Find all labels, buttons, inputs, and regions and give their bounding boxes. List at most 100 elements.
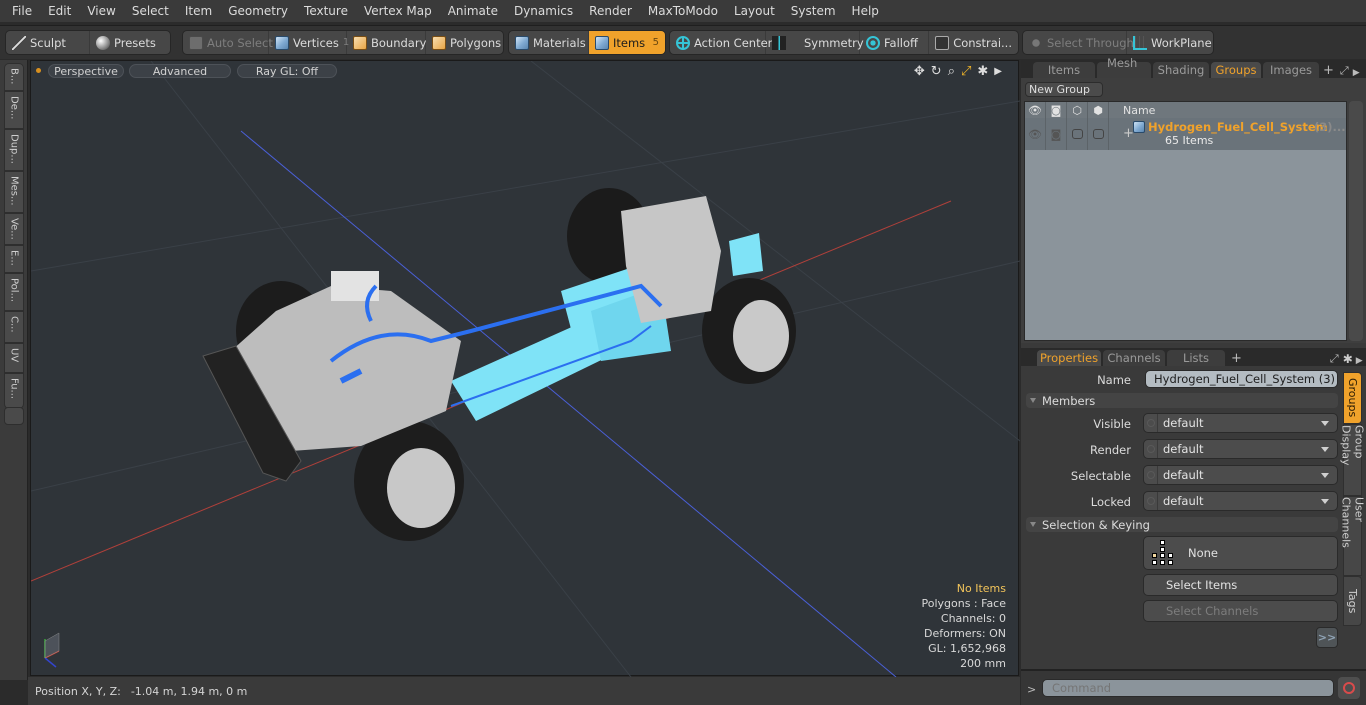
properties-gear-icon[interactable]: ✱ — [1343, 352, 1353, 366]
tool-tab-vertex[interactable]: Ve... — [4, 213, 24, 245]
selection-keying-section-header[interactable]: Selection & Keying — [1026, 517, 1338, 532]
row-visibility-eye-icon[interactable]: 👁 — [1025, 118, 1046, 150]
workplane-grid-icon — [1133, 35, 1147, 50]
menu-view[interactable]: View — [79, 4, 123, 18]
pan-move-icon[interactable]: ✥ — [914, 64, 925, 79]
side-tab-group-display[interactable]: Group Display — [1340, 424, 1366, 496]
tab-channels[interactable]: Channels — [1103, 350, 1165, 366]
constraints-button[interactable]: Constrai... — [929, 31, 1018, 54]
zoom-magnifier-icon[interactable]: ⌕ — [948, 64, 955, 79]
selectable-dropdown[interactable]: default — [1143, 465, 1338, 485]
toolbar: Sculpt Presets Auto Select Vertices 1 Bo… — [0, 25, 1366, 59]
tool-tab-curve[interactable]: C... — [4, 311, 24, 343]
lock-cube-icon[interactable]: ⬢ — [1088, 102, 1109, 118]
tool-tab-fusion[interactable]: Fu... — [4, 373, 24, 409]
tool-tab-basic[interactable]: B... — [4, 63, 24, 91]
tool-tab-edge[interactable]: E... — [4, 245, 24, 273]
menu-system[interactable]: System — [783, 4, 844, 18]
row-lock-toggle[interactable] — [1088, 118, 1109, 150]
row-select-toggle[interactable] — [1067, 118, 1088, 150]
new-group-button[interactable]: New Group — [1025, 82, 1103, 97]
falloff-button[interactable]: Falloff — [860, 31, 930, 54]
tool-tab-duplicate[interactable]: Dup... — [4, 129, 24, 171]
vertices-button[interactable]: Vertices 1 — [269, 31, 349, 54]
none-hierarchy-button[interactable]: None — [1143, 536, 1338, 570]
tool-tab-deform[interactable]: De... — [4, 91, 24, 129]
expand-panel-icon[interactable]: ⤢ — [1340, 64, 1349, 78]
3d-viewport[interactable]: Perspective Advanced Ray GL: Off ✥ ↻ ⌕ ⤢… — [30, 60, 1020, 677]
render-key-icon[interactable] — [1144, 440, 1158, 458]
visible-dropdown[interactable]: default — [1143, 413, 1338, 433]
visibility-eye-icon[interactable]: 👁 — [1025, 102, 1046, 118]
visible-key-icon[interactable] — [1144, 414, 1158, 432]
tab-lists[interactable]: Lists — [1167, 350, 1225, 366]
tab-items[interactable]: Items — [1033, 62, 1095, 78]
auto-select-button[interactable]: Auto Select — [183, 31, 273, 54]
shading-mode-dropdown[interactable]: Advanced — [129, 64, 231, 78]
menu-maxtomodo[interactable]: MaxToModo — [640, 4, 726, 18]
name-column-header[interactable]: Name — [1109, 104, 1155, 117]
menu-texture[interactable]: Texture — [296, 4, 356, 18]
menu-edit[interactable]: Edit — [40, 4, 79, 18]
symmetry-button[interactable]: Symmetry — [766, 31, 864, 54]
side-tab-user-channels[interactable]: User Channels — [1340, 496, 1366, 576]
add-tab-plus-icon[interactable]: + — [1323, 63, 1334, 78]
add-properties-tab-icon[interactable]: + — [1231, 351, 1242, 366]
tool-tab-mesh-edit[interactable]: Mes... — [4, 171, 24, 213]
sculpt-button[interactable]: Sculpt — [6, 31, 90, 54]
select-cube-icon[interactable]: ⬡ — [1067, 102, 1088, 118]
expand-properties-icon[interactable]: ⤢ — [1330, 352, 1339, 366]
tab-properties[interactable]: Properties — [1037, 350, 1101, 366]
rotate-icon[interactable]: ↻ — [931, 64, 942, 79]
viewport-settings-gear-icon[interactable]: ✱ — [977, 64, 988, 79]
maximize-viewport-icon[interactable]: ⤢ — [961, 64, 971, 79]
menu-animate[interactable]: Animate — [440, 4, 506, 18]
tab-groups[interactable]: Groups — [1211, 62, 1261, 78]
menu-dynamics[interactable]: Dynamics — [506, 4, 581, 18]
boundary-button[interactable]: Boundary — [347, 31, 426, 54]
more-button[interactable]: >> — [1316, 627, 1338, 648]
tab-shading[interactable]: Shading — [1153, 62, 1209, 78]
menu-select[interactable]: Select — [124, 4, 177, 18]
view-mode-dropdown[interactable]: Perspective — [48, 64, 124, 78]
menu-geometry[interactable]: Geometry — [220, 4, 296, 18]
menu-render[interactable]: Render — [581, 4, 640, 18]
menu-item[interactable]: Item — [177, 4, 220, 18]
menu-file[interactable]: File — [4, 4, 40, 18]
menu-vertex-map[interactable]: Vertex Map — [356, 4, 440, 18]
materials-button[interactable]: Materials — [509, 31, 589, 54]
command-input[interactable] — [1042, 679, 1334, 697]
properties-menu-arrow-icon[interactable]: ▶ — [1356, 356, 1363, 366]
group-row[interactable]: 👁 ◙ + Hydrogen_Fuel_Cell_System (3)... 6… — [1025, 118, 1346, 150]
items-button[interactable]: Items 5 — [589, 31, 665, 54]
locked-key-icon[interactable] — [1144, 492, 1158, 510]
side-tab-groups[interactable]: Groups — [1343, 372, 1362, 424]
side-tab-tags[interactable]: Tags — [1343, 576, 1362, 626]
raygl-toggle[interactable]: Ray GL: Off — [237, 64, 337, 78]
locked-dropdown[interactable]: default — [1143, 491, 1338, 511]
menu-layout[interactable]: Layout — [726, 4, 783, 18]
select-channels-button[interactable]: Select Channels — [1143, 600, 1338, 622]
tool-tab-uv[interactable]: UV — [4, 343, 24, 373]
groups-scrollbar[interactable] — [1349, 101, 1363, 341]
action-center-button[interactable]: Action Center — [670, 31, 772, 54]
menu-help[interactable]: Help — [844, 4, 887, 18]
tool-tab-extra[interactable] — [4, 407, 24, 425]
presets-button[interactable]: Presets — [90, 31, 170, 54]
polygons-button[interactable]: Polygons — [426, 31, 503, 54]
members-section-header[interactable]: Members — [1026, 393, 1338, 408]
record-macro-button[interactable] — [1338, 677, 1360, 699]
select-items-button[interactable]: Select Items — [1143, 574, 1338, 596]
tab-images[interactable]: Images — [1263, 62, 1319, 78]
panel-menu-arrow-icon[interactable]: ▶ — [1353, 68, 1360, 78]
select-through-button[interactable]: Select Through — [1023, 31, 1134, 54]
viewport-menu-arrow-icon[interactable]: ▶ — [994, 66, 1002, 77]
tool-tab-polygon[interactable]: Pol... — [4, 273, 24, 311]
name-field[interactable]: Hydrogen_Fuel_Cell_System (3) — [1145, 370, 1338, 388]
render-dropdown[interactable]: default — [1143, 439, 1338, 459]
render-camera-icon[interactable]: ◙ — [1046, 102, 1067, 118]
selectable-key-icon[interactable] — [1144, 466, 1158, 484]
workplane-button[interactable]: WorkPlane — [1127, 31, 1213, 54]
row-render-camera-icon[interactable]: ◙ — [1046, 118, 1067, 150]
tab-mesh[interactable]: Mesh ... — [1097, 56, 1151, 84]
